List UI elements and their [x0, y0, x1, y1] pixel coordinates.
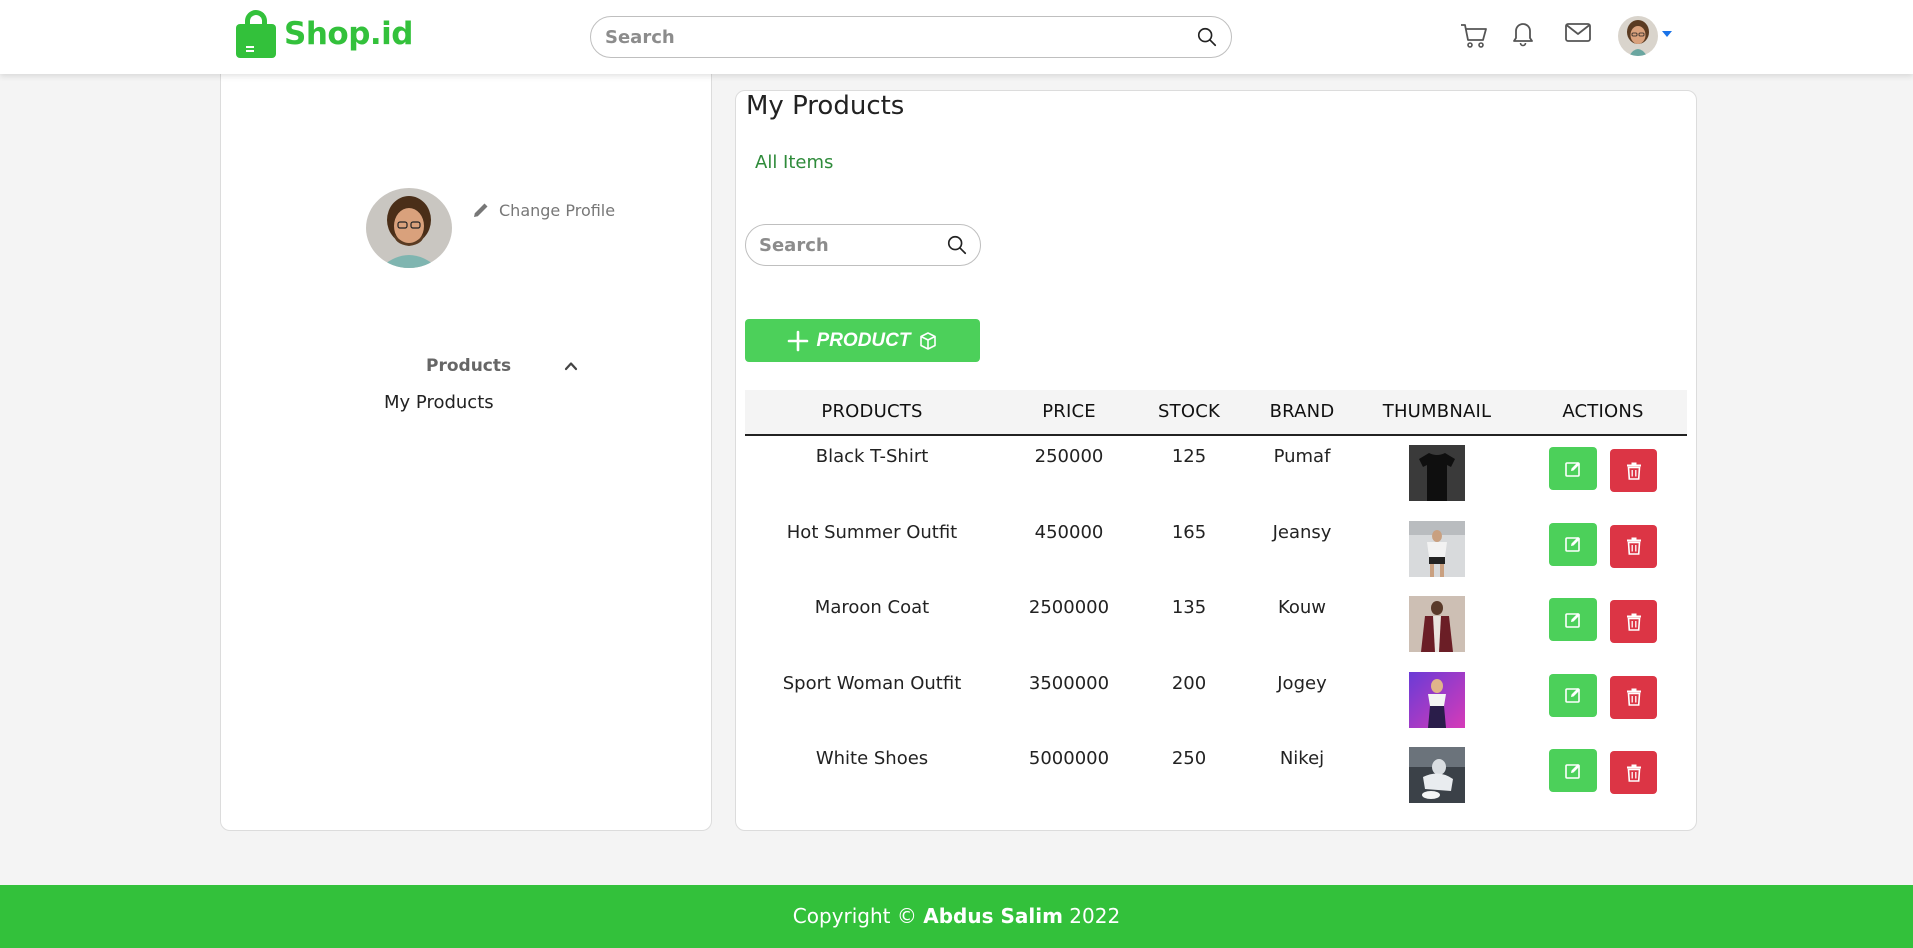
- change-profile-label: Change Profile: [499, 200, 616, 220]
- product-price: 5000000: [1028, 748, 1110, 769]
- sidebar-section-products[interactable]: Products: [426, 351, 578, 381]
- product-price: 250000: [1034, 446, 1104, 467]
- column-header-products: PRODUCTS: [821, 401, 923, 422]
- product-search-input[interactable]: [759, 233, 939, 257]
- mail-icon[interactable]: [1563, 18, 1593, 48]
- table-row: Sport Woman Outfit 3500000 200 Jogey: [745, 663, 1687, 739]
- brand-logo[interactable]: Shop.id: [236, 10, 413, 58]
- product-thumbnail: [1409, 671, 1465, 728]
- trash-icon: [1626, 462, 1641, 480]
- product-brand: Kouw: [1277, 597, 1327, 618]
- product-name: Black T-Shirt: [815, 446, 929, 467]
- product-stock: 165: [1171, 521, 1207, 543]
- product-thumbnail: [1409, 445, 1465, 501]
- profile-avatar: [366, 188, 452, 268]
- box-icon: [920, 331, 937, 350]
- edit-button[interactable]: [1549, 447, 1597, 490]
- chevron-up-icon: [564, 362, 578, 371]
- bell-icon[interactable]: [1508, 18, 1538, 48]
- trash-icon: [1626, 613, 1641, 631]
- copyright-year: 2022: [1069, 904, 1121, 928]
- header-search: [590, 16, 1232, 58]
- add-product-button[interactable]: PRODUCT: [745, 319, 980, 362]
- footer: Copyright © Abdus Salim 2022: [0, 885, 1913, 948]
- pencil-icon: [474, 203, 488, 217]
- column-header-actions: ACTIONS: [1562, 401, 1644, 422]
- table-row: Black T-Shirt 250000 125 Pumaf: [745, 436, 1687, 512]
- main-panel: My Products All Items PRODUCT PRODUCTS P…: [735, 90, 1697, 831]
- delete-button[interactable]: [1610, 675, 1657, 719]
- edit-button[interactable]: [1549, 749, 1597, 792]
- product-brand: Jeansy: [1272, 521, 1332, 543]
- products-table: PRODUCTS PRICE STOCK BRAND THUMBNAIL ACT…: [745, 390, 1687, 814]
- column-header-brand: BRAND: [1269, 401, 1335, 422]
- product-price: 3500000: [1028, 672, 1110, 694]
- delete-button[interactable]: [1610, 600, 1657, 643]
- column-header-stock: STOCK: [1158, 401, 1220, 422]
- sidebar-section-label: Products: [426, 356, 512, 376]
- product-brand: Jogey: [1277, 672, 1327, 694]
- product-name: Hot Summer Outfit: [786, 521, 958, 543]
- delete-button[interactable]: [1610, 524, 1657, 568]
- copyright-author: Abdus Salim: [923, 904, 1063, 928]
- sidebar-item-my-products[interactable]: My Products: [384, 392, 494, 413]
- edit-icon: [1565, 763, 1580, 779]
- trash-icon: [1626, 688, 1641, 706]
- navbar: Shop.id: [0, 0, 1913, 74]
- table-row: Hot Summer Outfit 450000 165 Jeansy: [745, 512, 1687, 588]
- search-icon[interactable]: [1196, 26, 1218, 48]
- page-title: My Products: [746, 91, 905, 121]
- delete-button[interactable]: [1610, 751, 1657, 794]
- product-thumbnail: [1409, 520, 1465, 577]
- change-profile-link[interactable]: Change Profile: [471, 200, 615, 220]
- product-stock: 200: [1171, 672, 1207, 694]
- edit-icon: [1565, 612, 1580, 628]
- edit-icon: [1565, 461, 1580, 477]
- edit-icon: [1565, 688, 1580, 703]
- product-thumbnail: [1409, 747, 1465, 803]
- product-search: [745, 224, 981, 266]
- table-row: Maroon Coat 2500000 135 Kouw: [745, 587, 1687, 663]
- cart-icon[interactable]: [1459, 21, 1489, 51]
- brand-name: Shop.id: [284, 16, 413, 52]
- search-icon[interactable]: [946, 234, 968, 256]
- column-header-price: PRICE: [1042, 401, 1096, 422]
- user-avatar[interactable]: [1618, 16, 1658, 56]
- sidebar: Change Profile Products My Products: [220, 74, 712, 831]
- shopping-bag-icon: [236, 10, 276, 58]
- edit-button[interactable]: [1549, 522, 1597, 566]
- product-name: Maroon Coat: [814, 597, 930, 618]
- product-price: 2500000: [1028, 597, 1110, 618]
- product-thumbnail: [1409, 596, 1465, 652]
- copyright-prefix: Copyright ©: [792, 904, 917, 928]
- product-stock: 135: [1171, 597, 1207, 618]
- edit-button[interactable]: [1549, 598, 1597, 641]
- product-stock: 250: [1171, 748, 1207, 769]
- product-price: 450000: [1034, 521, 1104, 543]
- add-product-label: PRODUCT: [816, 329, 911, 351]
- product-brand: Pumaf: [1273, 446, 1331, 467]
- edit-icon: [1565, 537, 1580, 552]
- product-name: Sport Woman Outfit: [782, 672, 962, 694]
- product-stock: 125: [1171, 446, 1207, 467]
- plus-icon: [787, 330, 808, 351]
- table-row: White Shoes 5000000 250 Nikej: [745, 738, 1687, 814]
- delete-button[interactable]: [1610, 449, 1657, 492]
- product-brand: Nikej: [1279, 748, 1325, 769]
- edit-button[interactable]: [1549, 673, 1597, 717]
- caret-down-icon[interactable]: [1662, 31, 1672, 37]
- trash-icon: [1626, 764, 1641, 782]
- table-header: PRODUCTS PRICE STOCK BRAND THUMBNAIL ACT…: [745, 390, 1687, 436]
- header-search-input[interactable]: [605, 25, 1165, 49]
- trash-icon: [1626, 537, 1641, 555]
- column-header-thumbnail: THUMBNAIL: [1382, 401, 1492, 422]
- tab-all-items[interactable]: All Items: [755, 152, 833, 173]
- product-name: White Shoes: [815, 748, 929, 769]
